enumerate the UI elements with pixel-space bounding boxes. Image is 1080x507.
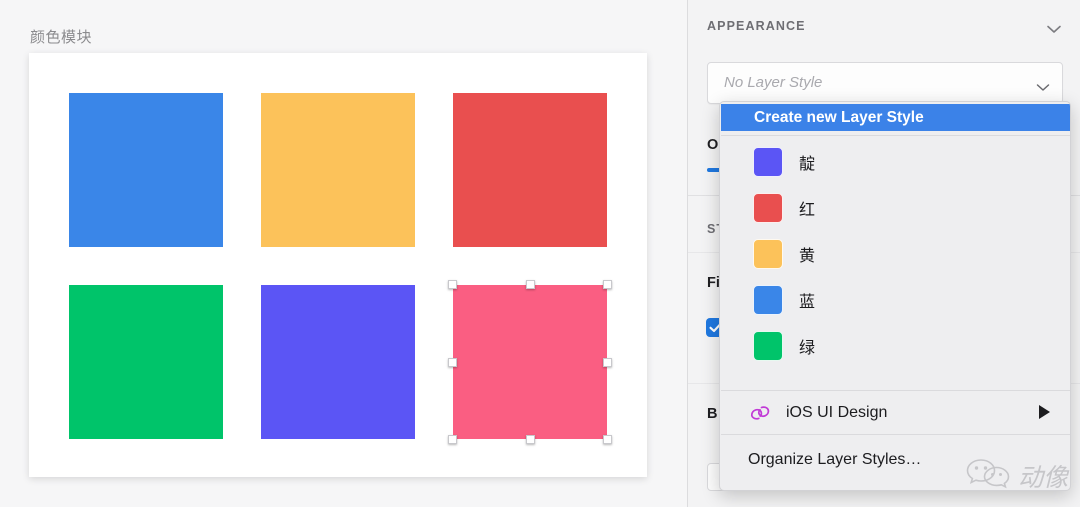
- pink-square[interactable]: [453, 285, 607, 439]
- wechat-icon: [965, 456, 1011, 495]
- red-square[interactable]: [453, 93, 607, 247]
- chevron-down-icon[interactable]: [1036, 79, 1050, 91]
- yellow-square[interactable]: [261, 93, 415, 247]
- resize-handle-top-left[interactable]: [448, 280, 457, 289]
- menu-item-color-style[interactable]: 靛: [720, 139, 1070, 185]
- resize-handle-top-center[interactable]: [525, 280, 535, 289]
- color-swatch-blue: [753, 285, 783, 315]
- menu-item-label: Create new Layer Style: [754, 108, 924, 126]
- resize-handle-bottom-left[interactable]: [448, 435, 457, 444]
- fills-label: Fi: [707, 275, 720, 291]
- canvas-area: 颜色模块: [0, 0, 687, 507]
- color-swatch-green: [753, 331, 783, 361]
- menu-item-color-style[interactable]: 绿: [720, 323, 1070, 369]
- menu-item-color-style[interactable]: 蓝: [720, 277, 1070, 323]
- chevron-down-icon[interactable]: [1046, 21, 1062, 33]
- menu-divider: [721, 135, 1070, 136]
- watermark-text: 动像: [1017, 462, 1068, 492]
- resize-handle-middle-left[interactable]: [448, 357, 457, 367]
- color-style-list: 靛 红 黄 蓝 绿: [720, 139, 1070, 369]
- blue-square[interactable]: [69, 93, 223, 247]
- appearance-section-header[interactable]: APPEARANCE: [707, 16, 1062, 36]
- watermark: 动像: [965, 456, 1068, 495]
- swatch-grid: [69, 93, 612, 444]
- resize-handle-bottom-right[interactable]: [603, 435, 612, 444]
- menu-item-create-new-layer-style[interactable]: Create new Layer Style: [721, 104, 1070, 131]
- color-swatch-indigo: [753, 147, 783, 177]
- layer-style-select-value: No Layer Style: [724, 74, 823, 91]
- layer-style-select[interactable]: No Layer Style: [707, 62, 1063, 104]
- color-style-label: 靛: [799, 154, 816, 173]
- menu-item-label: iOS UI Design: [786, 403, 888, 421]
- color-style-label: 绿: [799, 338, 816, 357]
- color-style-label: 红: [799, 200, 816, 219]
- indigo-square[interactable]: [261, 285, 415, 439]
- green-square[interactable]: [69, 285, 223, 439]
- color-style-label: 黄: [799, 246, 816, 265]
- resize-handle-top-right[interactable]: [603, 280, 612, 289]
- menu-item-label: Organize Layer Styles…: [748, 451, 922, 468]
- pink-square-selection: [448, 280, 612, 444]
- menu-item-ios-ui-design[interactable]: iOS UI Design: [720, 391, 1070, 434]
- color-style-label: 蓝: [799, 292, 816, 311]
- resize-handle-bottom-center[interactable]: [525, 435, 535, 444]
- artboard[interactable]: [29, 53, 647, 477]
- opacity-label: O: [707, 137, 719, 153]
- resize-handle-middle-right[interactable]: [603, 357, 612, 367]
- color-swatch-yellow: [753, 239, 783, 269]
- color-swatch-red: [753, 193, 783, 223]
- link-rings-icon: [748, 403, 772, 423]
- page-title: 颜色模块: [30, 28, 93, 46]
- borders-label: B: [707, 406, 718, 422]
- menu-item-color-style[interactable]: 黄: [720, 231, 1070, 277]
- layer-style-dropdown-menu: Create new Layer Style 靛 红 黄 蓝 绿 iOS UI …: [719, 101, 1071, 491]
- menu-item-color-style[interactable]: 红: [720, 185, 1070, 231]
- triangle-right-icon[interactable]: [1039, 405, 1050, 419]
- appearance-section-title: APPEARANCE: [707, 19, 806, 33]
